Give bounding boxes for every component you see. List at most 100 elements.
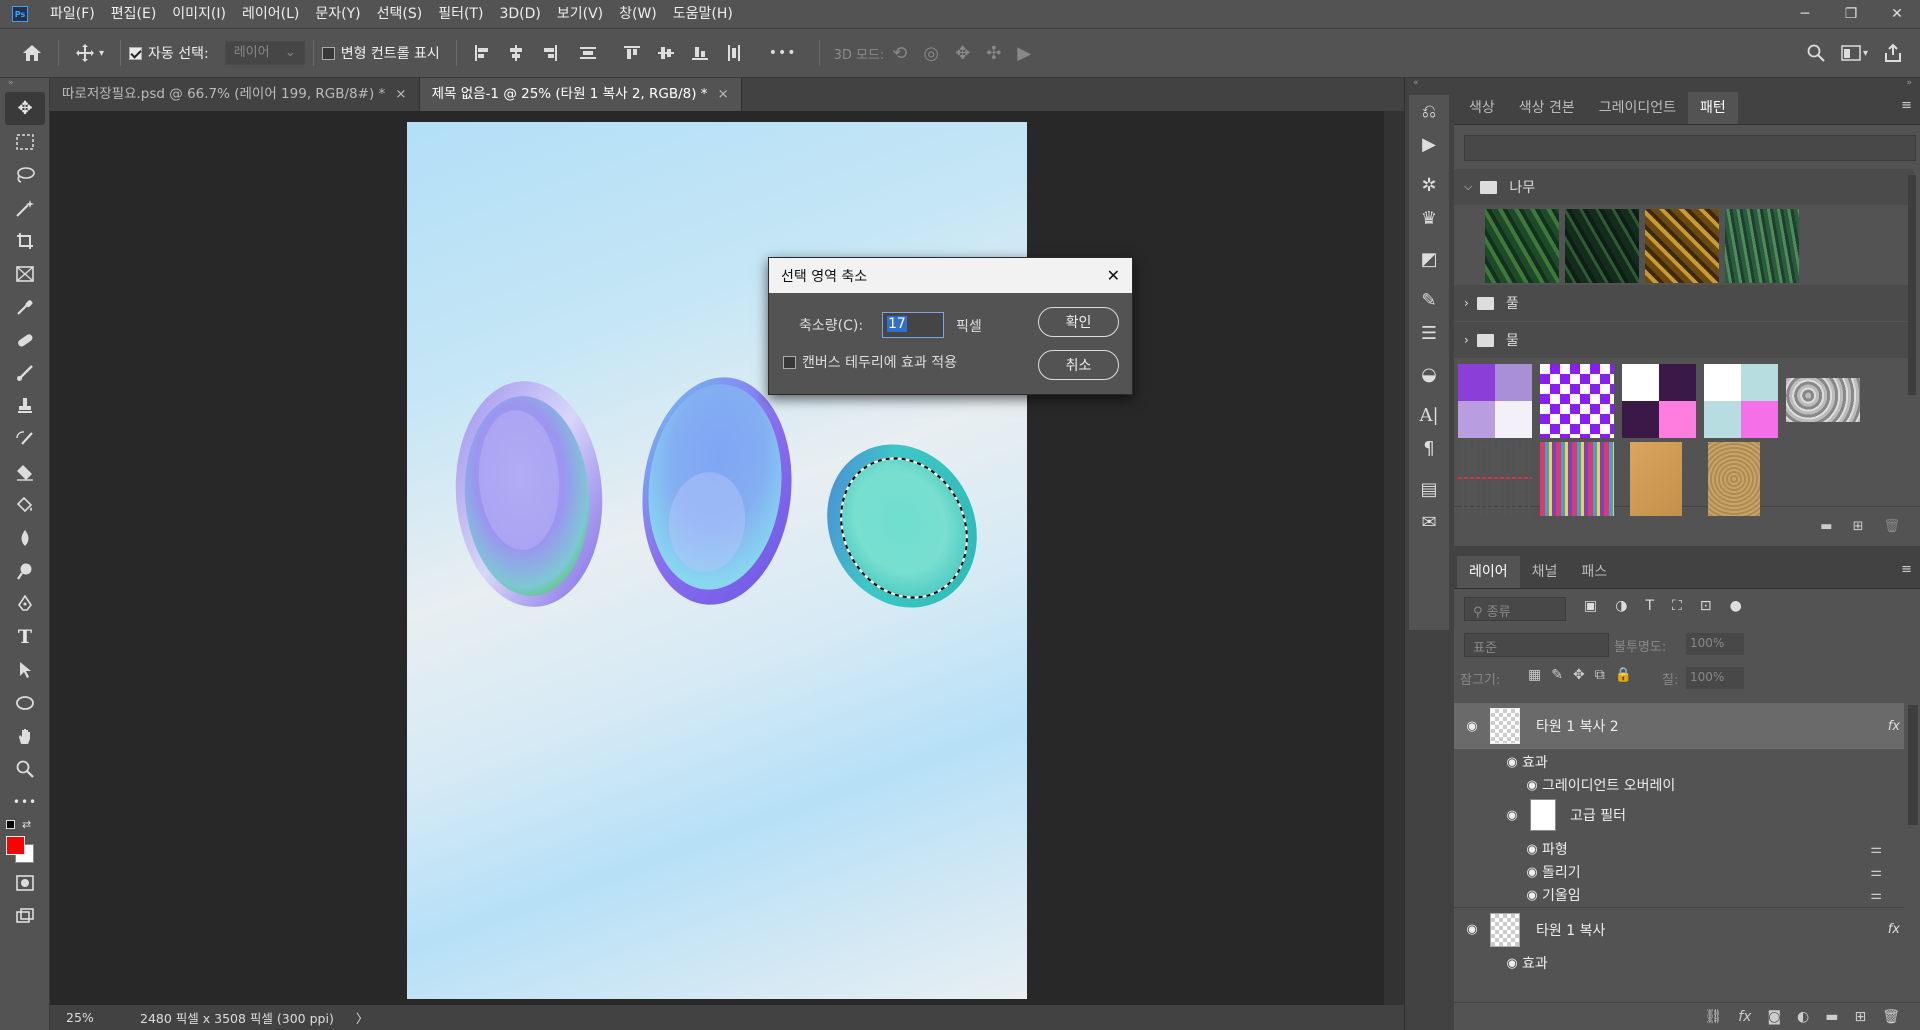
effects-row[interactable]: ◉ 효과	[1502, 953, 1547, 973]
close-icon[interactable]: ×	[718, 86, 729, 102]
home-icon[interactable]	[22, 44, 42, 62]
layer-row-selected[interactable]: ◉ 타원 1 복사 2 fx	[1454, 703, 1904, 749]
cancel-button[interactable]: 취소	[1038, 350, 1119, 380]
crop-tool[interactable]	[0, 224, 50, 257]
layer-name[interactable]: 타원 1 복사	[1536, 920, 1605, 940]
brushes-icon[interactable]: ♛	[1409, 202, 1449, 235]
trash-icon[interactable]: 🗑	[1883, 519, 1900, 534]
properties-icon[interactable]: ▤	[1409, 473, 1449, 506]
effects-row[interactable]: ◉ 효과	[1502, 752, 1547, 772]
blur-tool[interactable]	[0, 521, 50, 554]
share-icon[interactable]	[1884, 43, 1902, 63]
visibility-eye-icon[interactable]: ◉	[1522, 865, 1542, 880]
pattern-swatch[interactable]	[1704, 364, 1778, 438]
healing-brush-tool[interactable]	[0, 323, 50, 356]
type-filter-icon[interactable]: T	[1645, 598, 1654, 614]
menu-filter[interactable]: 필터(T)	[430, 0, 491, 28]
move-tool[interactable]: ✥	[5, 92, 45, 125]
transform-controls-checkbox[interactable]	[321, 46, 335, 60]
eyedropper-tool[interactable]	[0, 290, 50, 323]
tool-presets-icon[interactable]: ✎	[1409, 284, 1449, 317]
filter-toggle-icon[interactable]: ●	[1730, 598, 1742, 614]
apply-canvas-edge-checkbox[interactable]	[783, 355, 796, 369]
tab-color[interactable]: 색상	[1457, 92, 1507, 124]
filter-row[interactable]: ◉ 파형 ⚌	[1522, 839, 1904, 859]
close-icon[interactable]: ×	[395, 86, 406, 102]
pattern-swatch[interactable]	[1725, 209, 1799, 283]
type-tool[interactable]: T	[0, 620, 50, 653]
workspace-icon[interactable]	[1841, 45, 1861, 61]
menu-help[interactable]: 도움말(H)	[665, 0, 741, 28]
patterns-scrollbar[interactable]	[1908, 175, 1916, 395]
menu-layer[interactable]: 레이어(L)	[234, 0, 307, 28]
pattern-swatch[interactable]	[1630, 442, 1682, 516]
pattern-swatch[interactable]	[1786, 378, 1860, 422]
more-tools-icon[interactable]: •••	[0, 785, 50, 818]
history-brush-tool[interactable]	[0, 422, 50, 455]
clone-source-icon[interactable]: ◒	[1409, 358, 1449, 391]
visibility-eye-icon[interactable]: ◉	[1454, 922, 1490, 937]
hand-tool[interactable]	[0, 719, 50, 752]
add-style-icon[interactable]: fx	[1738, 1009, 1751, 1025]
opacity-input[interactable]: 100%	[1686, 633, 1744, 655]
menu-file[interactable]: 파일(F)	[42, 0, 103, 28]
menu-3d[interactable]: 3D(D)	[491, 0, 548, 28]
tab-paths[interactable]: 패스	[1569, 556, 1619, 588]
3d-pan-icon[interactable]: ✥	[955, 43, 970, 64]
filter-row[interactable]: ◉ 기울임 ⚌	[1522, 885, 1904, 905]
marquee-tool[interactable]	[0, 125, 50, 158]
menu-select[interactable]: 선택(S)	[369, 0, 431, 28]
ok-button[interactable]: 확인	[1038, 307, 1119, 337]
eraser-tool[interactable]	[0, 455, 50, 488]
fill-input[interactable]: 100%	[1686, 667, 1744, 689]
foreground-color[interactable]	[6, 836, 25, 855]
tab-swatches[interactable]: 색상 견본	[1507, 92, 1587, 124]
actions-play-icon[interactable]: ▶	[1409, 128, 1449, 161]
visibility-eye-icon[interactable]: ◉	[1522, 842, 1542, 857]
pattern-group-wood[interactable]: ⌵ 나무	[1454, 169, 1914, 205]
collapse-icon[interactable]: »	[1454, 78, 1920, 92]
pixel-filter-icon[interactable]: ▣	[1584, 598, 1597, 614]
align-right-icon[interactable]	[541, 44, 559, 62]
character-icon[interactable]: A|	[1409, 399, 1449, 432]
new-pattern-icon[interactable]: ⊞	[1853, 519, 1864, 534]
menu-type[interactable]: 문자(Y)	[307, 0, 368, 28]
adjustment-filter-icon[interactable]: ◑	[1615, 598, 1627, 614]
clone-stamp-tool[interactable]	[0, 389, 50, 422]
visibility-eye-icon[interactable]: ◉	[1522, 778, 1542, 793]
tab-document-1[interactable]: 따로저장필요.psd @ 66.7% (레이어 199, RGB/8#) * ×	[50, 78, 420, 111]
new-group-icon[interactable]: ▬	[1820, 519, 1832, 534]
tab-layers[interactable]: 레이어	[1457, 556, 1520, 588]
align-bottom-icon[interactable]	[691, 44, 709, 62]
lock-all-icon[interactable]: 🔒	[1615, 667, 1632, 683]
screen-mode-icon[interactable]	[0, 899, 50, 932]
lock-artboard-icon[interactable]: ⧉	[1595, 667, 1605, 683]
visibility-eye-icon[interactable]: ◉	[1502, 808, 1522, 823]
3d-roll-icon[interactable]: ◎	[923, 43, 939, 64]
layer-name[interactable]: 타원 1 복사 2	[1536, 716, 1619, 736]
tab-patterns[interactable]: 패턴	[1688, 92, 1738, 124]
collapse-icon[interactable]: «	[1405, 78, 1454, 92]
smart-object-filter-icon[interactable]: ⊡	[1700, 598, 1712, 614]
swap-colors-icon[interactable]: ⇄	[22, 818, 31, 831]
restore-button[interactable]: ❐	[1828, 0, 1874, 28]
ellipse-tool[interactable]	[0, 686, 50, 719]
pattern-swatch[interactable]	[1622, 364, 1696, 438]
tab-gradients[interactable]: 그레이디언트	[1587, 92, 1688, 124]
paragraph-icon[interactable]: ¶	[1409, 432, 1449, 465]
menu-view[interactable]: 보기(V)	[549, 0, 611, 28]
adjustments-icon[interactable]: ☰	[1409, 317, 1449, 350]
minimize-button[interactable]: ─	[1782, 0, 1828, 28]
pattern-swatch[interactable]	[1485, 209, 1559, 283]
3d-rotate-icon[interactable]: ⟲	[892, 43, 907, 64]
menu-image[interactable]: 이미지(I)	[164, 0, 234, 28]
fx-icon[interactable]: fx	[1888, 719, 1900, 734]
document-canvas[interactable]	[407, 122, 1027, 999]
pattern-group-water[interactable]: › 물	[1454, 322, 1914, 358]
filter-options-icon[interactable]: ⚌	[1870, 865, 1882, 880]
blend-mode-dropdown[interactable]: 표준	[1464, 633, 1609, 657]
pattern-swatch[interactable]	[1565, 209, 1639, 283]
brush-tool[interactable]	[0, 356, 50, 389]
status-menu-arrow[interactable]: 〉	[356, 1008, 369, 1027]
more-options-icon[interactable]: •••	[769, 45, 797, 61]
